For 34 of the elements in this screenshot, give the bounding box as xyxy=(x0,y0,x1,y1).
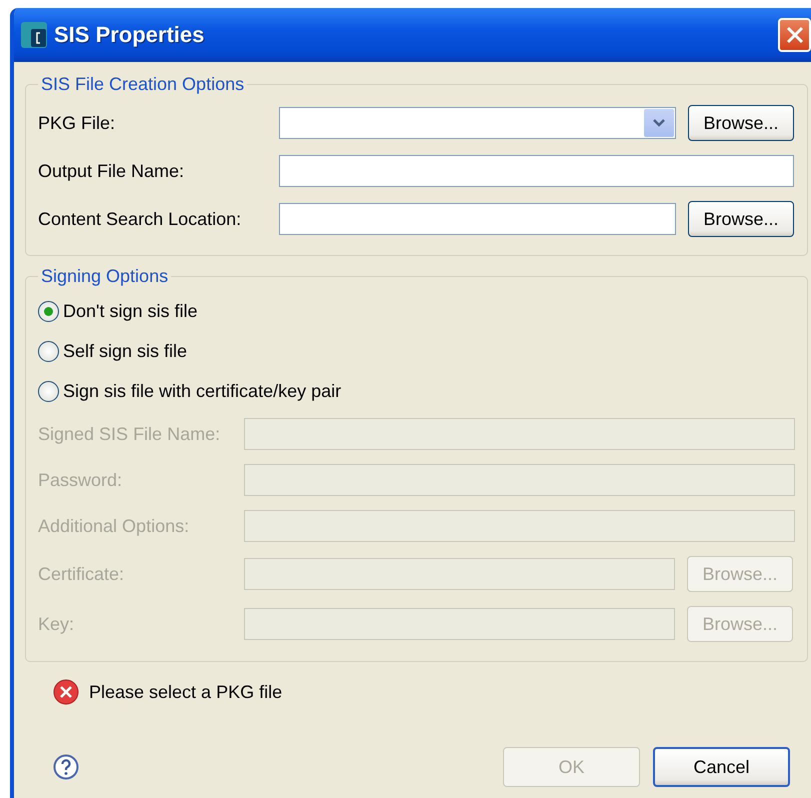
field-label: PKG File: xyxy=(38,112,116,134)
error-icon xyxy=(53,679,79,705)
field-label: Content Search Location: xyxy=(38,208,242,230)
input-field[interactable] xyxy=(279,155,794,187)
group-title: SIS File Creation Options xyxy=(40,74,246,95)
input-field[interactable] xyxy=(244,608,675,640)
window-title: SIS Properties xyxy=(54,22,204,48)
field-label: Key: xyxy=(38,614,76,634)
field-label: Password: xyxy=(38,470,124,490)
dropdown-field[interactable] xyxy=(279,107,676,139)
help-icon[interactable] xyxy=(53,754,79,780)
input-field[interactable] xyxy=(244,510,795,542)
field-label: Certificate: xyxy=(38,564,126,584)
radio-option[interactable]: Self sign sis file xyxy=(38,331,797,371)
input-field[interactable] xyxy=(244,464,795,496)
browse-button[interactable]: Browse... xyxy=(688,201,794,237)
app-icon xyxy=(20,21,48,49)
group-title: Signing Options xyxy=(40,266,170,287)
input-field[interactable] xyxy=(244,418,795,450)
radio-button[interactable] xyxy=(38,340,59,362)
radio-button[interactable] xyxy=(38,380,59,402)
field-label: Additional Options: xyxy=(38,516,190,536)
radio-button[interactable] xyxy=(38,300,59,322)
radio-option[interactable]: Don't sign sis file xyxy=(38,291,797,331)
input-field[interactable] xyxy=(244,558,675,590)
field-label: Signed SIS File Name: xyxy=(38,424,222,444)
error-message: Please select a PKG file xyxy=(89,682,282,702)
close-button[interactable] xyxy=(778,18,811,52)
close-icon xyxy=(784,25,804,45)
field-label: Output File Name: xyxy=(38,160,186,182)
browse-button[interactable]: Browse... xyxy=(688,105,794,141)
input-field[interactable] xyxy=(279,203,676,235)
cancel-button[interactable]: Cancel xyxy=(653,747,790,787)
radio-option[interactable]: Sign sis file with certificate/key pair xyxy=(38,371,797,411)
